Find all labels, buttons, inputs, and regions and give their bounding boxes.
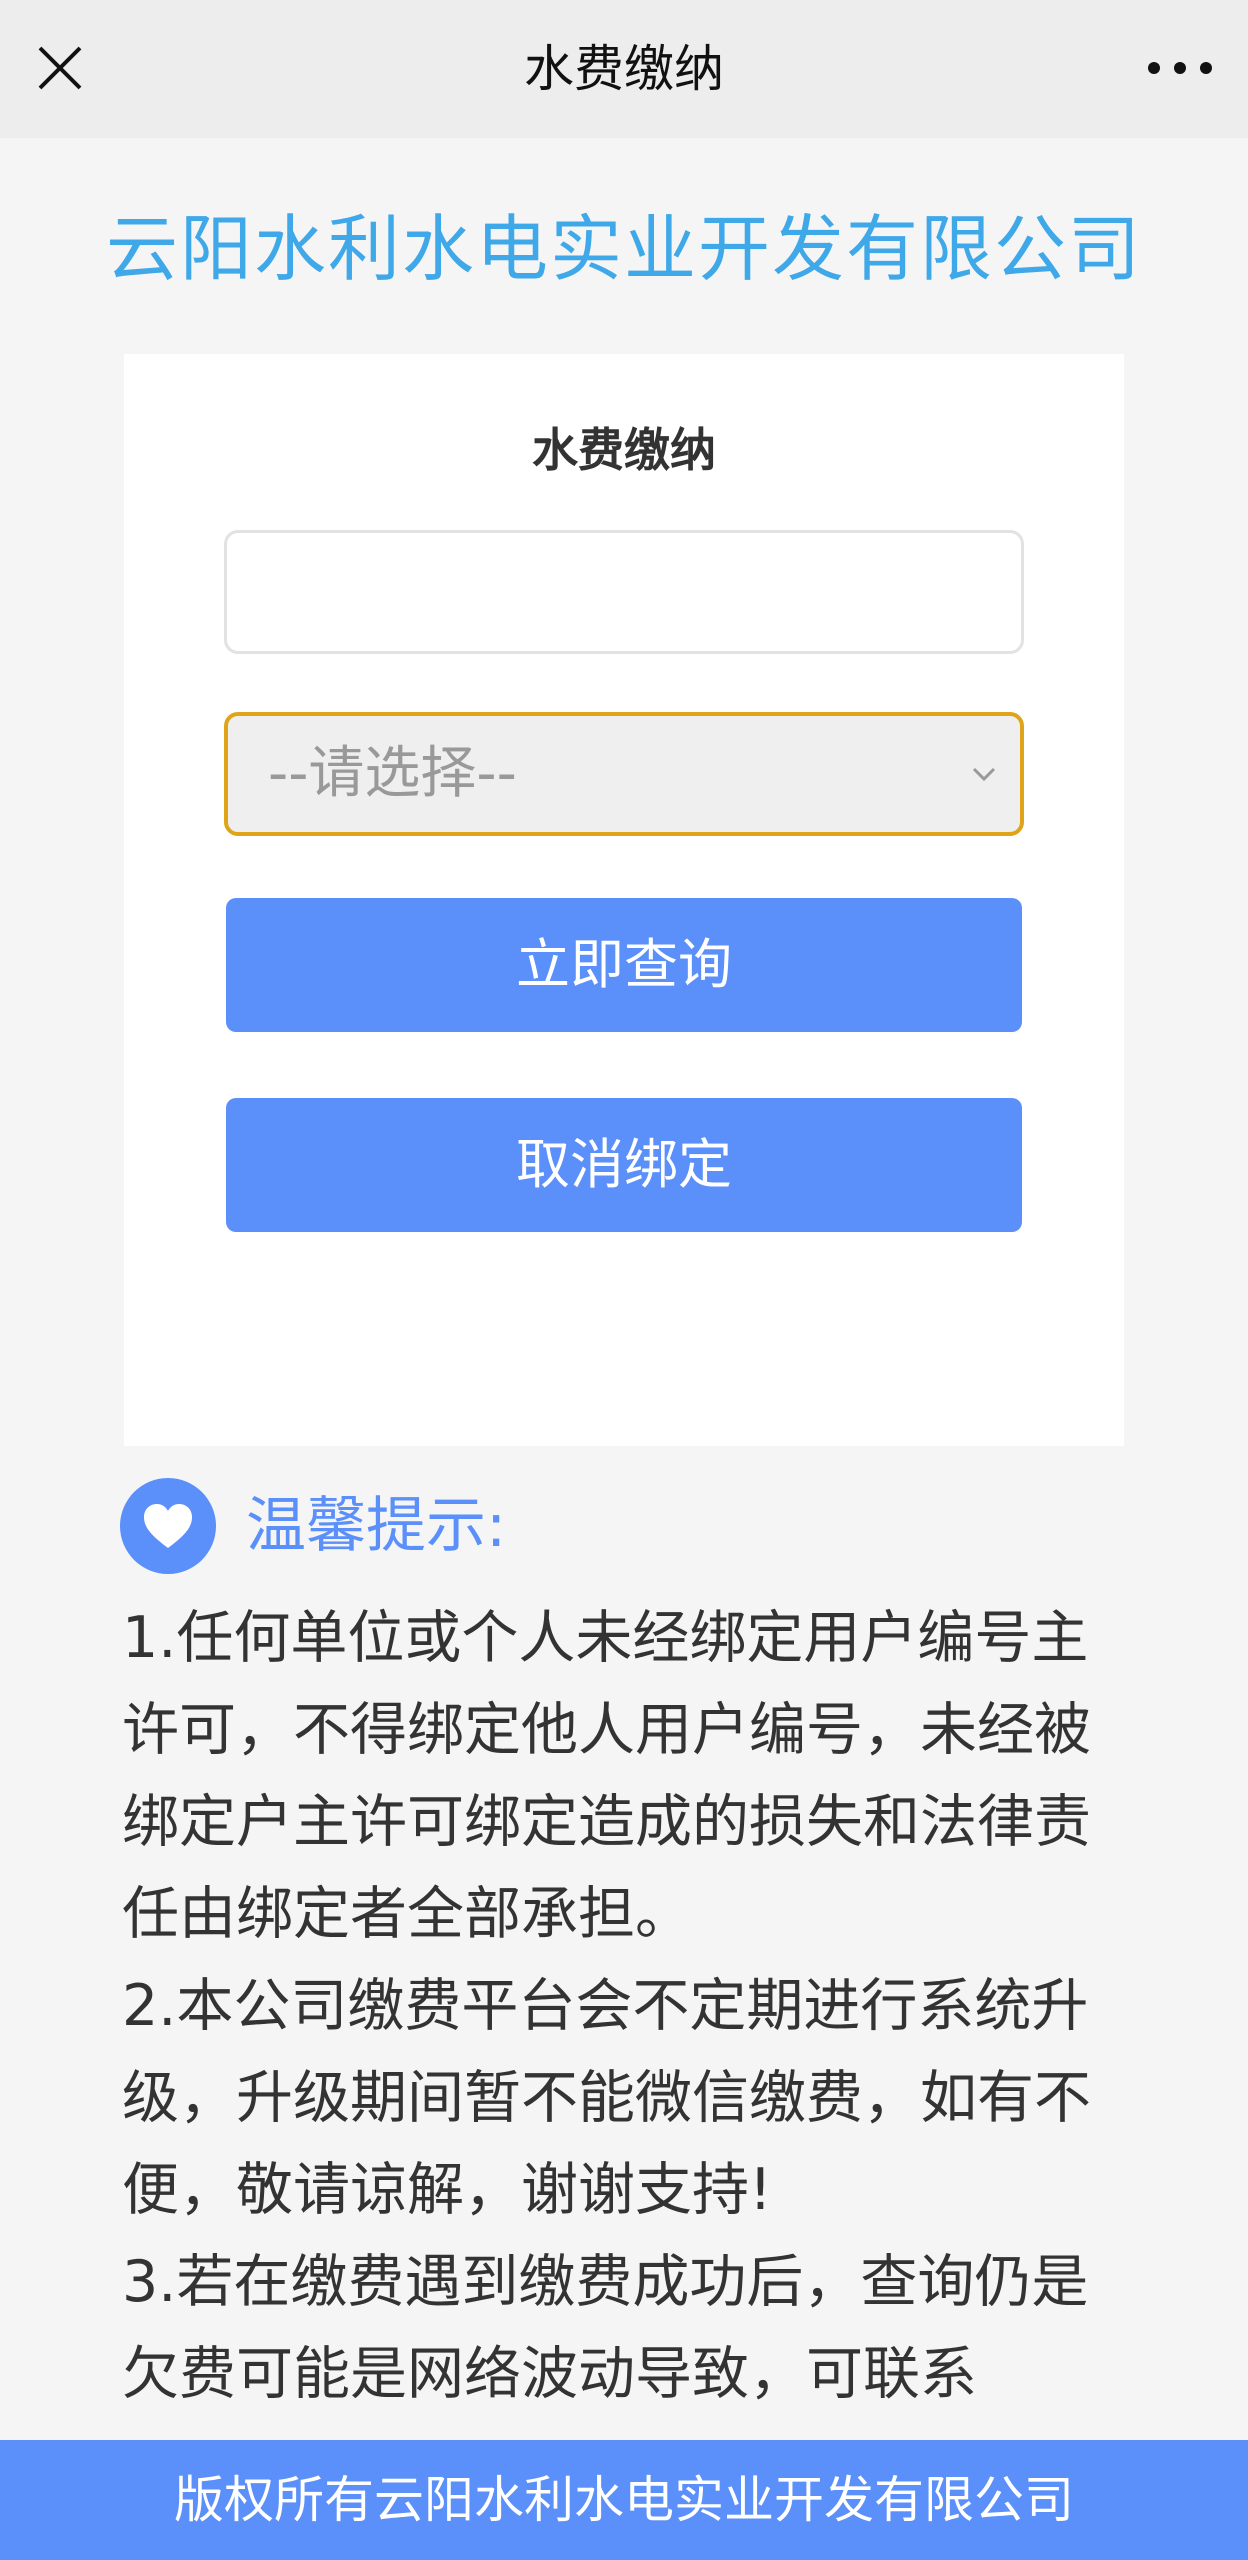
query-button[interactable]: 立即查询 (226, 898, 1022, 1032)
company-title: 云阳水利水电实业开发有限公司 (105, 207, 1142, 291)
tips-list: 1.任何单位或个人未经绑定用户编号主许可，不得绑定他人用户编号，未经被绑定户主许… (122, 1592, 1132, 2420)
heart-icon (120, 1478, 216, 1574)
close-icon[interactable] (30, 38, 90, 98)
unbind-button[interactable]: 取消绑定 (226, 1098, 1022, 1232)
tip-item: 3.若在缴费遇到缴费成功后，查询仍是欠费可能是网络波动导致，可联系 (122, 2249, 1089, 2407)
account-select[interactable]: --请选择-- (224, 712, 1024, 836)
tip-item: 1.任何单位或个人未经绑定用户编号主许可，不得绑定他人用户编号，未经被绑定户主许… (122, 1605, 1091, 1947)
chevron-down-icon (966, 756, 1002, 792)
top-navigation-bar: 水费缴纳 (0, 0, 1248, 138)
payment-form-card: 水费缴纳 --请选择-- 立即查询 取消绑定 (124, 354, 1124, 1446)
form-title: 水费缴纳 (532, 423, 716, 477)
tips-title: 温馨提示: (246, 1491, 507, 1561)
select-value: --请选择-- (268, 741, 517, 806)
account-number-input[interactable] (224, 530, 1024, 654)
page-title: 水费缴纳 (524, 40, 724, 98)
copyright-footer: 版权所有云阳水利水电实业开发有限公司 (0, 2440, 1248, 2560)
tips-header: 温馨提示: (120, 1476, 1020, 1576)
more-dots-icon[interactable] (1140, 38, 1220, 98)
tip-item: 2.本公司缴费平台会不定期进行系统升级，升级期间暂不能微信缴费，如有不便，敬请谅… (122, 1973, 1091, 2223)
